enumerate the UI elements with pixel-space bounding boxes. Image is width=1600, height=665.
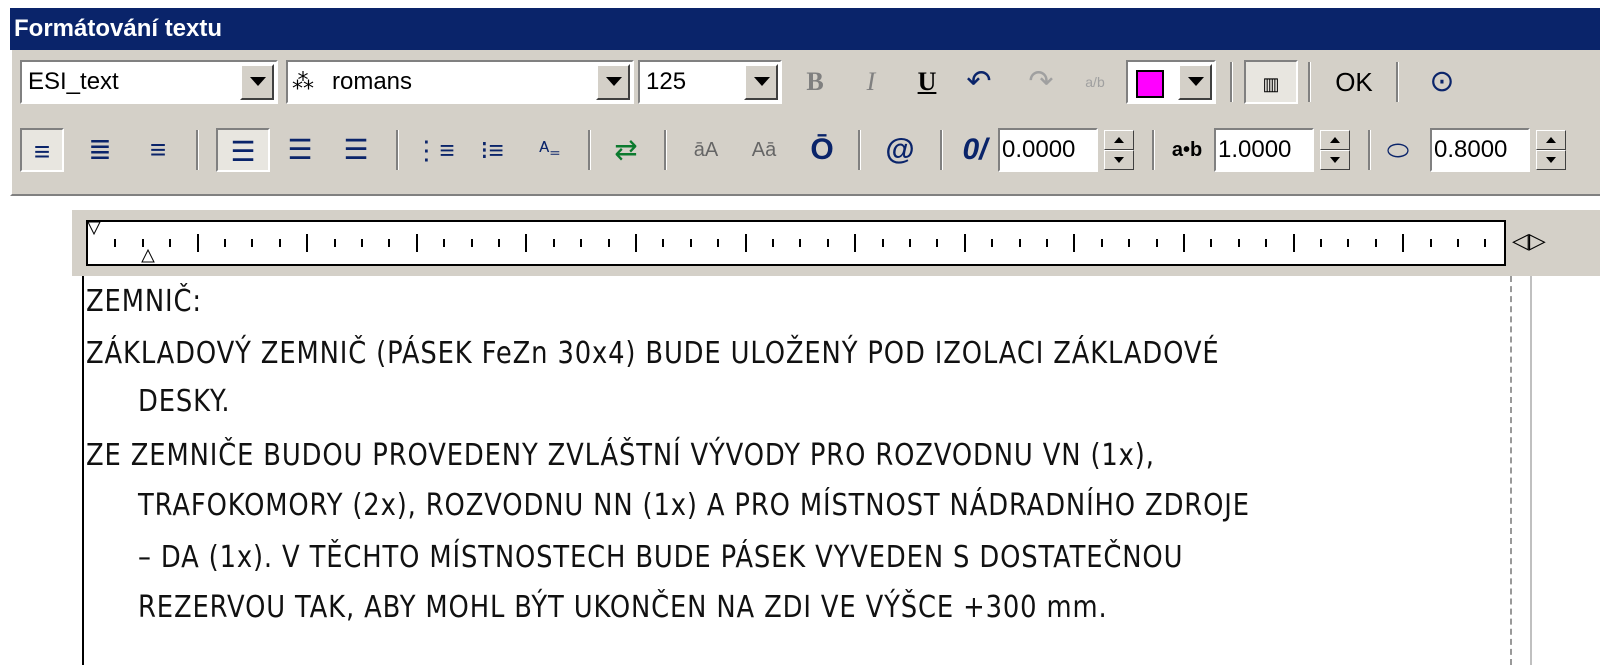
text-line: TRAFOKOMORY (2x), ROZVODNU NN (1x) A PRO… [138,488,1250,523]
height-dropdown-arrow[interactable] [744,64,778,100]
valign-top-icon[interactable]: ☰ [216,128,270,172]
text-line: ZE ZEMNIČE BUDOU PROVEDENY ZVLÁŠTNÍ VÝVO… [86,438,1155,473]
separator [1368,130,1371,170]
separator [1396,62,1399,102]
text-line: ZÁKLADOVÝ ZEMNIČ (PÁSEK FeZn 30x4) BUDE … [86,336,1220,371]
uppercase-button[interactable]: āA [684,128,728,172]
separator [664,130,667,170]
spin-up-icon[interactable] [1320,130,1350,150]
separator [858,130,861,170]
separator [1308,62,1311,102]
font-aa-icon: ⁂ [292,69,314,94]
color-dropdown-arrow[interactable] [1178,64,1212,100]
width-factor-spinner[interactable]: 0.8000 [1430,128,1600,172]
ruler-width-handle-icon[interactable]: ◁▷ [1512,228,1546,254]
ok-button[interactable]: OK [1324,60,1384,104]
tracking-spin-buttons[interactable] [1320,130,1350,170]
ruler-area: ◁▷ [72,210,1600,276]
text-line: ZEMNIČ: [86,284,202,319]
spin-up-icon[interactable] [1536,130,1566,150]
font-dropdown-arrow[interactable] [596,64,630,100]
width-factor-input[interactable]: 0.8000 [1430,128,1530,172]
oblique-angle-input[interactable]: 0.0000 [998,128,1098,172]
bold-button[interactable]: B [798,60,832,104]
separator [396,130,399,170]
toolbar-row-2: ≡ ≣ ≡ ☰ ☰ ☰ ⋮≡ ⁝≡ ᴬ₌ ⇄ āA Aā Ō @ 0/ 0.00… [12,122,1600,188]
italic-button[interactable]: I [854,60,888,104]
text-line: REZERVOU TAK, ABY MOHL BÝT UKONČEN NA ZD… [138,590,1108,625]
separator [588,130,591,170]
insert-field-icon[interactable]: ⇄ [604,128,648,172]
separator [196,130,199,170]
align-center-icon[interactable]: ≣ [78,128,122,172]
window-titlebar: Formátování textu [10,8,1600,50]
spin-down-icon[interactable] [1536,150,1566,170]
oblique-angle-icon: 0/ [962,133,988,166]
tracking-spinner[interactable]: 1.0000 [1214,128,1356,172]
text-height-select[interactable]: 125 [638,60,782,104]
style-select[interactable]: ESI_text [20,60,278,104]
spin-up-icon[interactable] [1104,130,1134,150]
numbered-list-icon[interactable]: ⋮≡ [412,128,456,172]
hanging-indent-marker-icon [141,248,155,263]
text-line: DESKY. [138,384,231,419]
text-line: – DA (1x). V TĚCHTO MÍSTNOSTECH BUDE PÁS… [138,540,1184,575]
color-swatch [1136,70,1164,98]
ruler-ticks [87,221,1486,263]
text-boundary-line [1510,276,1512,665]
tracking-icon: a•b [1171,139,1203,161]
oblique-angle-spinner[interactable]: 0.0000 [998,128,1140,172]
spin-down-icon[interactable] [1104,150,1134,170]
underline-button[interactable]: U [910,60,944,104]
align-left-icon[interactable]: ≡ [20,128,64,172]
font-select-value: romans [332,68,413,95]
undo-icon[interactable]: ↶ [962,60,996,104]
tracking-input[interactable]: 1.0000 [1214,128,1314,172]
text-height-value: 125 [646,68,687,95]
color-select[interactable] [1126,60,1216,104]
editor-margin [1530,276,1600,665]
text-editor[interactable]: ZEMNIČ: ZÁKLADOVÝ ZEMNIČ (PÁSEK FeZn 30x… [82,276,1514,665]
bullet-list-icon[interactable]: ⁝≡ [470,128,514,172]
symbol-button[interactable]: @ [878,128,922,172]
lowercase-button[interactable]: Aā [742,128,786,172]
redo-icon[interactable]: ↷ [1024,60,1058,104]
oblique-spin-buttons[interactable] [1104,130,1134,170]
first-indent-marker-icon [87,221,101,236]
valign-bottom-icon[interactable]: ☰ [334,128,378,172]
options-icon[interactable]: ⊙ [1420,60,1464,104]
ruler-toggle-icon[interactable]: ▥ [1244,60,1298,104]
stack-icon[interactable]: a/b [1078,60,1112,104]
toolbar-row-1: ESI_text ⁂ romans 125 B I U ↶ ↷ a/b ▥ OK… [12,52,1600,106]
valign-middle-icon[interactable]: ☰ [278,128,322,172]
width-factor-icon: ⬭ [1386,135,1410,165]
ruler[interactable] [86,220,1506,266]
separator [1230,62,1233,102]
style-select-value: ESI_text [28,68,119,95]
spin-down-icon[interactable] [1320,150,1350,170]
overline-button[interactable]: Ō [800,128,844,172]
width-spin-buttons[interactable] [1536,130,1566,170]
align-right-icon[interactable]: ≡ [136,128,180,172]
font-select[interactable]: ⁂ romans [286,60,634,104]
style-dropdown-arrow[interactable] [240,64,274,100]
separator [1152,130,1155,170]
separator [940,130,943,170]
lettered-list-icon[interactable]: ᴬ₌ [528,128,572,172]
